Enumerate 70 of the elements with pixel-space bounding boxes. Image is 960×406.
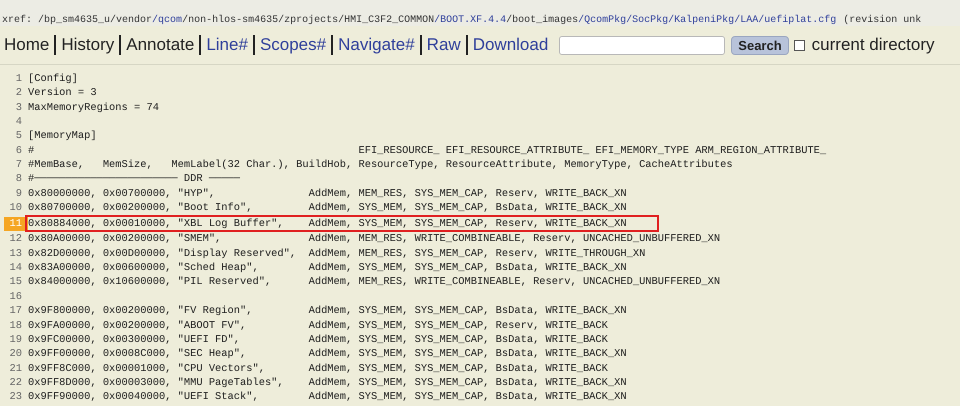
line-number[interactable]: 9 (4, 186, 28, 202)
line-number[interactable]: 5 (4, 129, 28, 144)
line-number[interactable]: 22 (4, 376, 28, 390)
code-line: MaxMemoryRegions = 74 (28, 100, 159, 116)
line-number[interactable]: 15 (4, 275, 28, 290)
line-number[interactable]: 19 (4, 332, 28, 348)
path-link[interactable]: /KalpeniPkg (668, 15, 734, 26)
line-number[interactable]: 20 (4, 347, 28, 362)
nav-link[interactable]: Raw (420, 35, 466, 55)
code-line: 0x9FF8C000, 0x00001000, "CPU Vectors", AddMem, SYS_MEM, SYS_MEM_CAP, BsData, WRITE_BACK (28, 362, 608, 376)
line-number[interactable]: 7 (4, 158, 28, 172)
code-line: 0x83A00000, 0x00600000, "Sched Heap", AddMem, SYS_MEM, SYS_MEM_CAP, BsData, WRITE_BACK_XN (28, 261, 627, 276)
code-line: #MemBase, MemSize, MemLabel(32 Char.), BuildHob, ResourceType, ResourceAttribute, MemoryType, CacheAttributes (28, 158, 733, 172)
path-link[interactable]: /SocPkg (626, 15, 668, 26)
code-line: 0x82D00000, 0x00D00000, "Display Reserved", AddMem, MEM_RES, SYS_MEM_CAP, Reserv, WRITE_THROUGH_XN (28, 246, 646, 262)
nav-link[interactable]: Scopes# (252, 35, 332, 55)
line-number[interactable]: 16 (4, 290, 28, 304)
nav-link[interactable]: Line# (199, 35, 253, 55)
code-line: [Config] (28, 72, 78, 86)
code-line: 0x9FF90000, 0x00040000, "UEFI Stack", AddMem, SYS_MEM, SYS_MEM_CAP, BsData, WRITE_BACK_XN (28, 390, 627, 405)
code-line: Version = 3 (28, 86, 97, 101)
line-number[interactable]: 2 (4, 86, 28, 101)
revision-text: (revision unk (843, 15, 922, 26)
line-number[interactable]: 4 (4, 115, 28, 130)
code-line: 0x80A00000, 0x00200000, "SMEM", AddMem, MEM_RES, WRITE_COMBINEABLE, Reserv, UNCACHED_UNBUFFERED_XN (28, 232, 720, 247)
code-line: 0x9FF8D000, 0x00003000, "MMU PageTables", AddMem, SYS_MEM, SYS_MEM_CAP, BsData, WRITE_BACK_XN (28, 376, 627, 390)
nav-link[interactable]: Navigate# (331, 35, 420, 55)
line-number[interactable]: 8 (4, 172, 28, 187)
code-line: 0x9F800000, 0x00200000, "FV Region", AddMem, SYS_MEM, SYS_MEM_CAP, BsData, WRITE_BACK_XN (28, 304, 627, 318)
path-link[interactable]: /HMI_C3F2_COMMON (338, 15, 434, 26)
code-line: #─────────────────────── DDR ───── (28, 172, 240, 187)
line-number[interactable]: 12 (4, 232, 28, 247)
nav-link[interactable]: Download (466, 35, 554, 55)
nav-link[interactable]: History (54, 35, 120, 55)
line-number[interactable]: 6 (4, 144, 28, 158)
search-button[interactable]: Search (731, 36, 789, 54)
code-line: # EFI_RESOURCE_ EFI_RESOURCE_ATTRIBUTE_ EFI_MEMORY_TYPE ARM_REGION_ATTRIBUTE_ (28, 144, 826, 158)
line-number[interactable]: 10 (4, 201, 28, 216)
path-link[interactable]: /bp_sm4635_u (38, 15, 110, 26)
path-link[interactable]: /LAA (734, 15, 758, 26)
checkbox[interactable] (794, 40, 805, 50)
path-link[interactable]: /non-hlos-sm4635 (182, 15, 278, 26)
line-number[interactable]: 3 (4, 100, 28, 116)
path-link[interactable]: /zprojects (278, 15, 338, 26)
path-link[interactable]: /vendor (110, 15, 152, 26)
code-line: 0x80884000, 0x00010000, "XBL Log Buffer", AddMem, SYS_MEM, SYS_MEM_CAP, Reserv, WRITE_BACK_XN (28, 216, 627, 232)
path-link[interactable]: /BOOT.XF.4.4 (434, 15, 506, 26)
code-line: 0x9FA00000, 0x00200000, "ABOOT FV", AddMem, SYS_MEM, SYS_MEM_CAP, Reserv, WRITE_BACK (28, 318, 608, 333)
code-line: [MemoryMap] (28, 129, 97, 144)
checkbox-label: current directory (812, 35, 934, 55)
path-link[interactable]: /boot_images (506, 15, 578, 26)
code-line: 0x84000000, 0x10600000, "PIL Reserved", AddMem, MEM_RES, WRITE_COMBINEABLE, Reserv, UNCACHED_UNBUFFERED_XN (28, 275, 720, 290)
line-number[interactable]: 13 (4, 246, 28, 262)
line-number[interactable]: 21 (4, 362, 28, 376)
path-link[interactable]: /uefiplat.cfg (758, 15, 836, 26)
line-number[interactable]: 14 (4, 261, 28, 276)
code-line: 0x9FC00000, 0x00300000, "UEFI FD", AddMem, SYS_MEM, SYS_MEM_CAP, BsData, WRITE_BACK (28, 332, 608, 348)
nav-link[interactable]: Home (4, 35, 54, 55)
xref-label: xref: (2, 15, 32, 26)
line-number[interactable]: 1 (4, 72, 28, 86)
path-link[interactable]: /QcomPkg (578, 15, 626, 26)
nav-link[interactable]: Annotate (119, 35, 200, 55)
code-line: 0x9FF00000, 0x0008C000, "SEC Heap", AddMem, SYS_MEM, SYS_MEM_CAP, BsData, WRITE_BACK_XN (28, 347, 627, 362)
path-link[interactable]: /qcom (152, 15, 182, 26)
line-number[interactable]: 17 (4, 304, 28, 318)
line-number[interactable]: 23 (4, 390, 28, 405)
line-number[interactable]: 18 (4, 318, 28, 333)
code-line: 0x80000000, 0x00700000, "HYP", AddMem, MEM_RES, SYS_MEM_CAP, Reserv, WRITE_BACK_XN (28, 186, 627, 202)
search-field[interactable] (559, 36, 726, 54)
code-line: 0x80700000, 0x00200000, "Boot Info", AddMem, SYS_MEM, SYS_MEM_CAP, BsData, WRITE_BACK_XN (28, 201, 627, 216)
